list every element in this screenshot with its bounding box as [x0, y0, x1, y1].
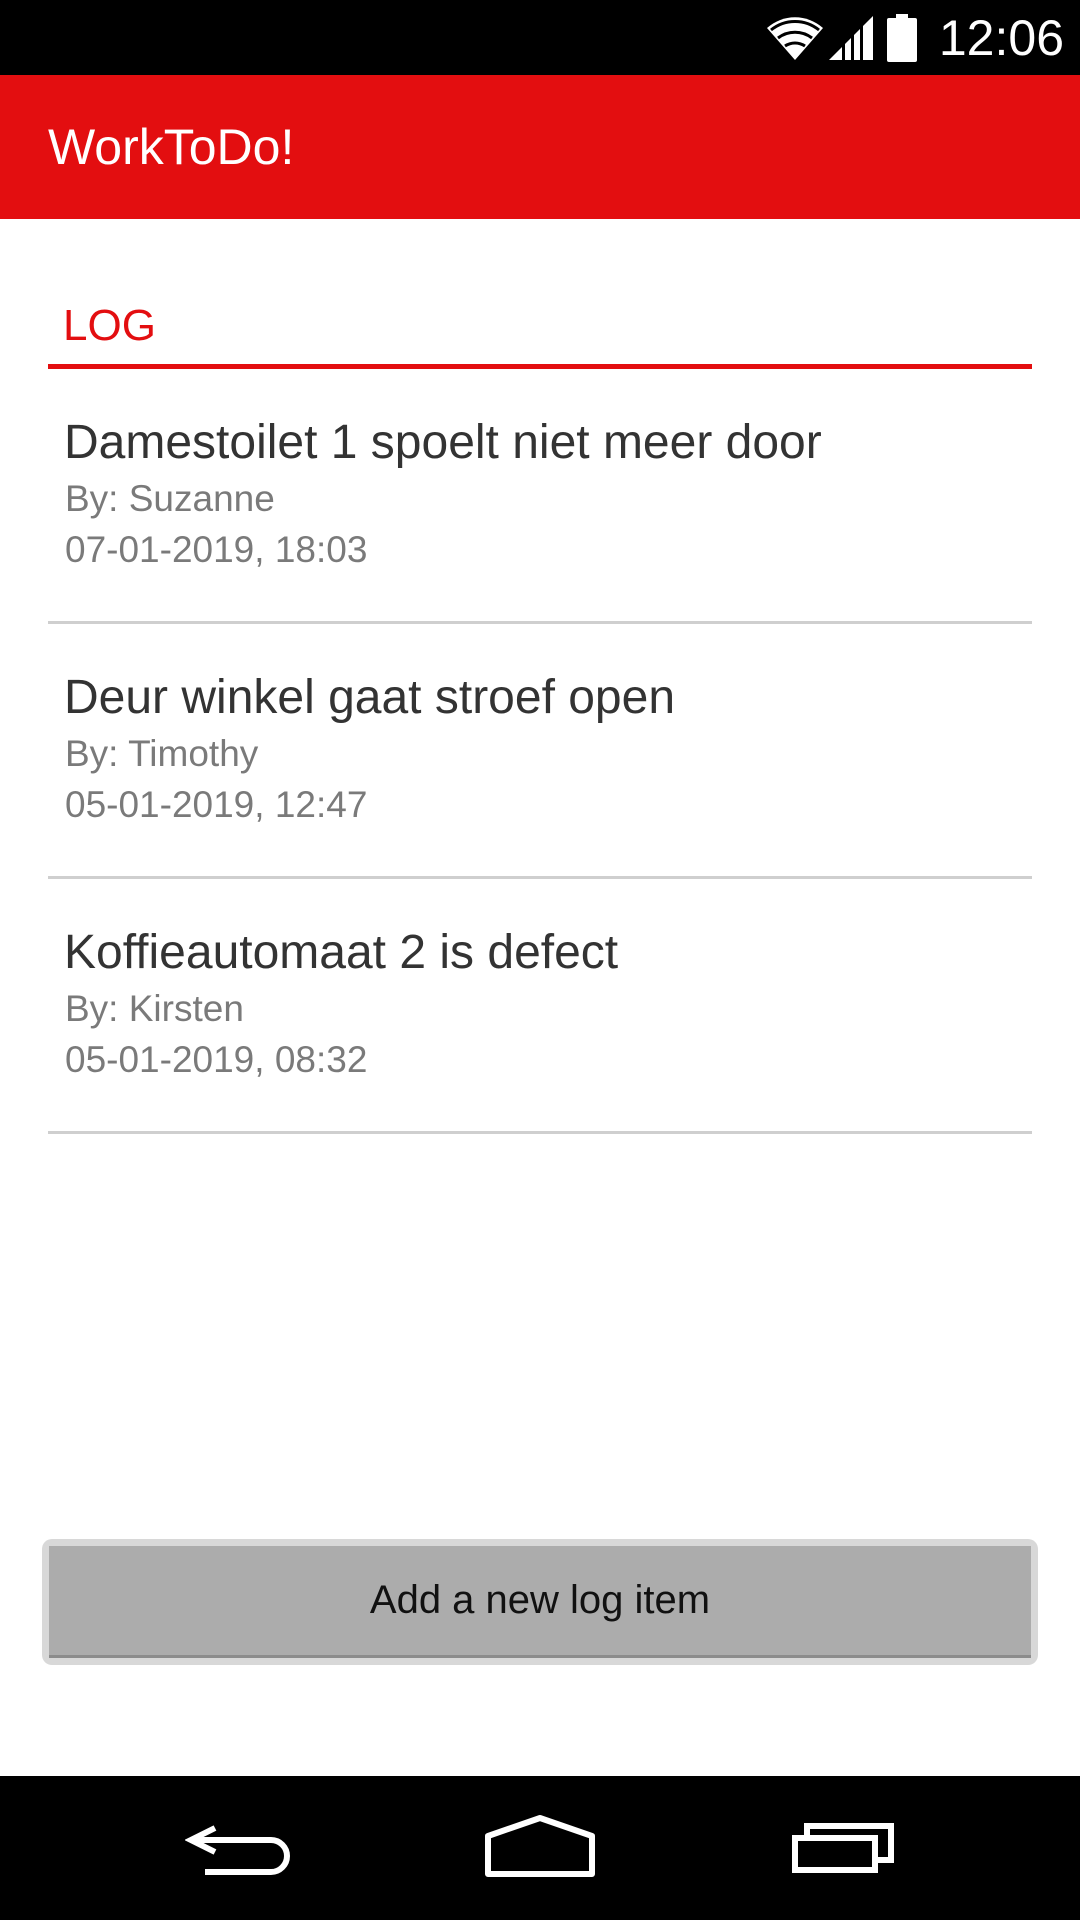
list-item[interactable]: Damestoilet 1 spoelt niet meer door By: …: [48, 369, 1032, 624]
log-item-title: Damestoilet 1 spoelt niet meer door: [64, 416, 822, 469]
signal-icon: [828, 15, 873, 60]
wifi-icon: [766, 16, 823, 60]
recent-apps-icon: [791, 1818, 895, 1879]
status-icons: 12:06: [766, 0, 1064, 75]
log-item-date: 05-01-2019, 12:47: [65, 784, 368, 825]
status-bar: 12:06: [0, 0, 1080, 75]
home-button[interactable]: [450, 1776, 630, 1920]
recent-apps-button[interactable]: [753, 1776, 933, 1920]
log-item-title: Deur winkel gaat stroef open: [64, 671, 676, 724]
home-icon: [484, 1814, 596, 1883]
log-item-date: 05-01-2019, 08:32: [65, 1039, 368, 1080]
status-time: 12:06: [938, 9, 1064, 66]
log-item-author: By: Kirsten: [65, 988, 244, 1029]
add-log-item-label: Add a new log item: [49, 1546, 1031, 1658]
log-item-author: By: Timothy: [65, 733, 259, 774]
log-item-title: Koffieautomaat 2 is defect: [64, 926, 619, 979]
app-bar: WorkToDo!: [0, 75, 1080, 219]
list-item[interactable]: Koffieautomaat 2 is defect By: Kirsten 0…: [48, 879, 1032, 1134]
log-item-author: By: Suzanne: [65, 478, 275, 519]
add-log-item-button[interactable]: Add a new log item: [42, 1539, 1038, 1665]
battery-icon: [886, 13, 917, 62]
tab-log[interactable]: LOG: [63, 296, 156, 356]
list-item[interactable]: Deur winkel gaat stroef open By: Timothy…: [48, 624, 1032, 879]
navigation-bar: [0, 1776, 1080, 1920]
app-title: WorkToDo!: [48, 119, 295, 175]
log-item-date: 07-01-2019, 18:03: [65, 529, 368, 570]
log-list: Damestoilet 1 spoelt niet meer door By: …: [48, 369, 1032, 1134]
back-icon: [184, 1816, 291, 1881]
back-button[interactable]: [148, 1776, 328, 1920]
